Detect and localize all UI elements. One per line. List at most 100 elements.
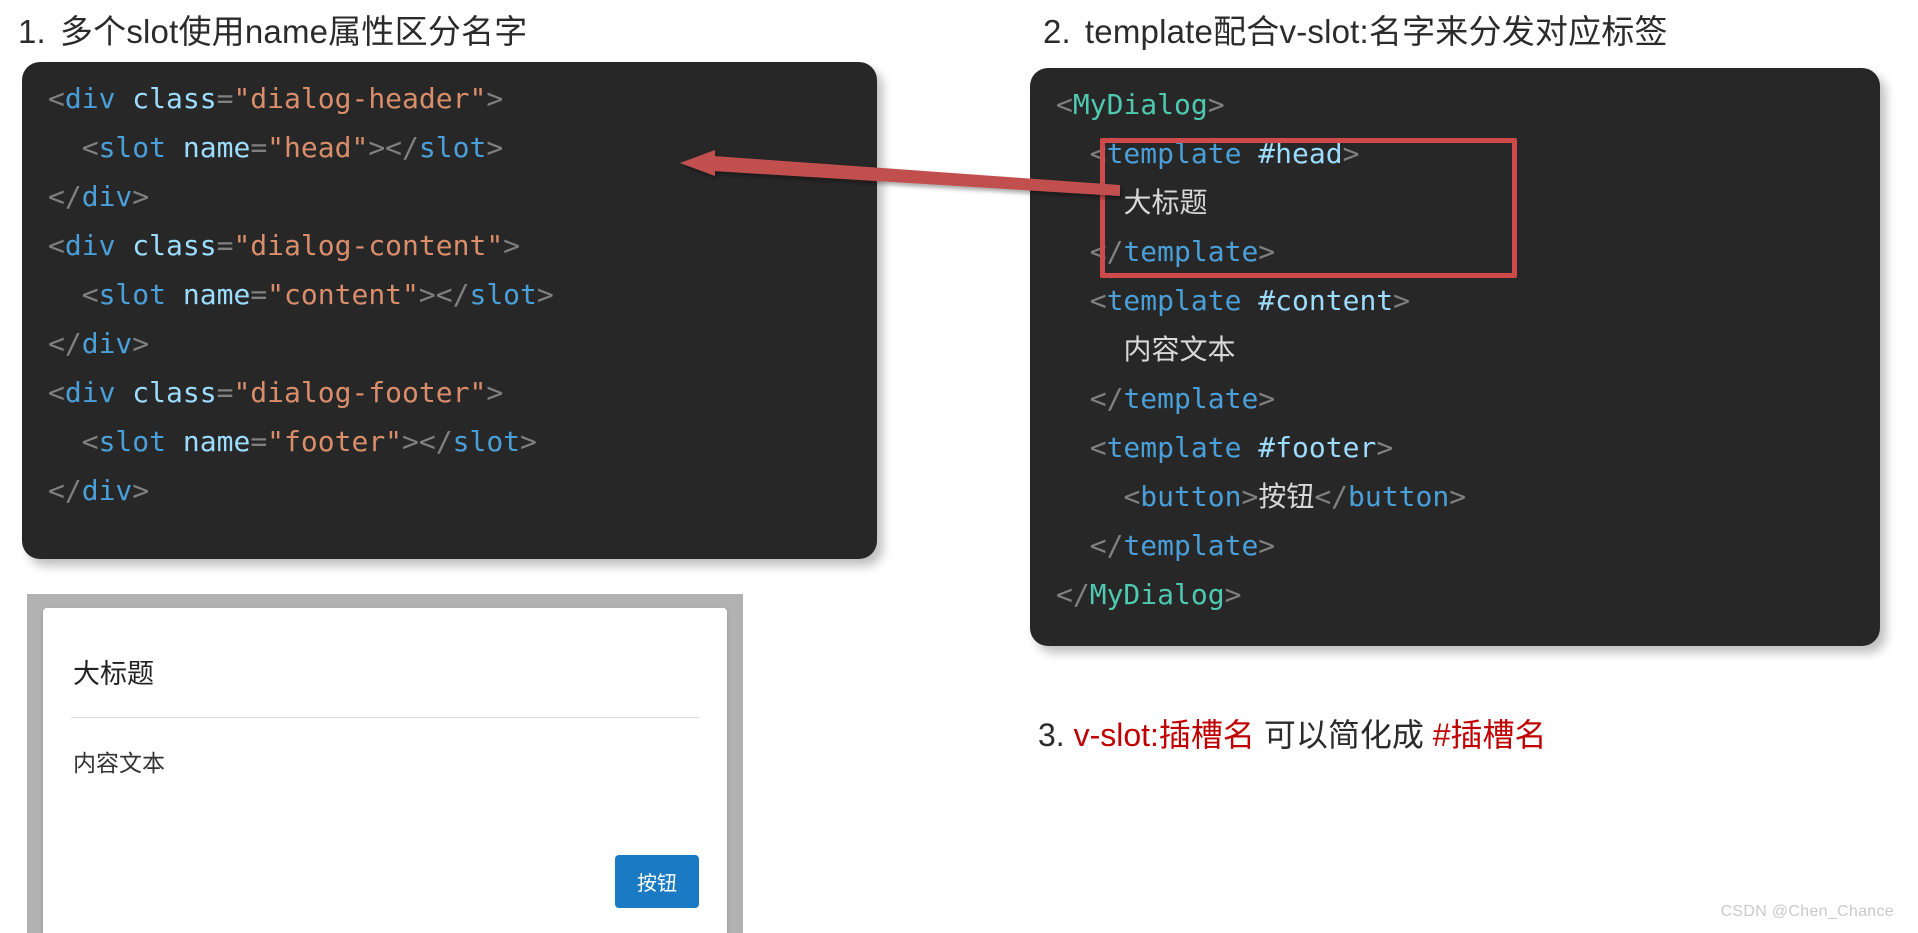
tag-name: button: [1348, 480, 1450, 513]
punct: <: [81, 425, 99, 458]
dialog-preview-frame: 大标题 内容文本 按钮: [27, 594, 743, 933]
code-line: <slot name="footer"></slot>: [48, 417, 877, 466]
tag-name: template: [1123, 382, 1259, 415]
punct: >: [503, 229, 521, 262]
punct: <: [1089, 284, 1107, 317]
punct: </: [1089, 529, 1124, 562]
tag-name: template: [1123, 529, 1259, 562]
dialog-action-button[interactable]: 按钮: [615, 855, 699, 908]
punct: =: [250, 425, 268, 458]
tag-name: div: [81, 180, 133, 213]
punct: </: [1089, 235, 1124, 268]
tag-name: slot: [98, 278, 167, 311]
note-item-3: 3. v-slot:插槽名 可以简化成 #插槽名: [1038, 710, 1547, 756]
attr-name: name: [182, 425, 251, 458]
punct: <: [1089, 431, 1107, 464]
tag-name: button: [1140, 480, 1242, 513]
punct: >: [486, 82, 504, 115]
punct: >: [486, 376, 504, 409]
component-name: MyDialog: [1089, 578, 1225, 611]
punct: </: [1314, 480, 1349, 513]
tag-name: div: [64, 229, 116, 262]
code-line: <template #content>: [1056, 276, 1880, 325]
punct: <: [81, 131, 99, 164]
tag-name: template: [1106, 284, 1242, 317]
code-line: 大标题: [1056, 178, 1880, 227]
punct: </: [1056, 578, 1090, 611]
punct: <: [48, 376, 65, 409]
punct: >: [132, 327, 150, 360]
heading-1-text: 多个slot使用name属性区分名字: [59, 13, 528, 50]
punct: >: [1258, 529, 1276, 562]
code-line: 内容文本: [1056, 325, 1880, 374]
tag-name: slot: [469, 278, 537, 311]
attr-name: name: [182, 278, 251, 311]
code-line: <button>按钮</button>: [1056, 472, 1880, 521]
tag-name: slot: [98, 131, 167, 164]
component-name: MyDialog: [1072, 88, 1208, 121]
tag-name: div: [64, 82, 116, 115]
attr-name: class: [132, 376, 217, 409]
punct: >: [486, 131, 504, 164]
code-line: </MyDialog>: [1056, 570, 1880, 619]
punct: </: [48, 474, 82, 507]
slot-shorthand: #footer: [1258, 431, 1377, 464]
punct: >: [1224, 578, 1242, 611]
dialog-header-title: 大标题: [73, 659, 154, 689]
code-line: <div class="dialog-content">: [48, 221, 877, 270]
tag-name: template: [1123, 235, 1259, 268]
code-line: </template>: [1056, 374, 1880, 423]
heading-item-1: 1. 多个slot使用name属性区分名字: [18, 5, 527, 53]
dialog-footer: 按钮: [615, 855, 699, 908]
punct: >: [1258, 235, 1276, 268]
attr-value: "head": [267, 131, 369, 164]
slot-text-button: 按钮: [1258, 480, 1315, 513]
slot-text-content: 内容文本: [1123, 333, 1236, 366]
attr-name: class: [132, 82, 217, 115]
punct: >: [1449, 480, 1467, 513]
arrow-shaft: [713, 156, 1120, 196]
punct: =: [250, 278, 268, 311]
punct: <: [1123, 480, 1141, 513]
punct: <: [1056, 88, 1073, 121]
punct: </: [1089, 382, 1124, 415]
tag-name: div: [81, 474, 133, 507]
code-block-usage: <MyDialog> <template #head> 大标题 </templa…: [1030, 68, 1880, 646]
punct: =: [250, 131, 268, 164]
attr-value: "dialog-content": [233, 229, 504, 262]
tag-name: slot: [452, 425, 521, 458]
punct: >: [132, 180, 150, 213]
tag-name: slot: [418, 131, 487, 164]
punct: >: [1207, 88, 1225, 121]
punct: =: [216, 229, 234, 262]
punct: >: [1376, 431, 1394, 464]
heading-1-number: 1.: [18, 13, 46, 50]
punct: >: [520, 425, 537, 458]
code-line: <template #head>: [1056, 129, 1880, 178]
tag-name: template: [1106, 431, 1242, 464]
heading-item-2: 2. template配合v-slot:名字来分发对应标签: [1043, 5, 1668, 53]
attr-value: "content": [267, 278, 419, 311]
punct: <: [81, 278, 99, 311]
code-line: <slot name="content"></slot>: [48, 270, 877, 319]
punct: ></: [418, 278, 470, 311]
attr-value: "dialog-footer": [233, 376, 487, 409]
dialog-content-text: 内容文本: [73, 750, 165, 776]
punct: <: [48, 229, 65, 262]
code-line: </template>: [1056, 521, 1880, 570]
slot-shorthand: #head: [1258, 137, 1343, 170]
note-3-syntax-full: v-slot:插槽名: [1073, 717, 1255, 753]
punct: </: [48, 327, 82, 360]
punct: >: [1241, 480, 1259, 513]
attr-name: class: [132, 229, 217, 262]
heading-2-text: template配合v-slot:名字来分发对应标签: [1084, 13, 1668, 50]
attr-value: "dialog-header": [233, 82, 487, 115]
attr-value: "footer": [267, 425, 403, 458]
heading-2-number: 2.: [1043, 13, 1071, 50]
note-3-connector: 可以简化成: [1254, 717, 1433, 753]
punct: >: [1342, 137, 1360, 170]
punct: >: [132, 474, 150, 507]
slot-shorthand: #content: [1258, 284, 1394, 317]
punct: >: [1393, 284, 1411, 317]
tag-name: div: [81, 327, 133, 360]
